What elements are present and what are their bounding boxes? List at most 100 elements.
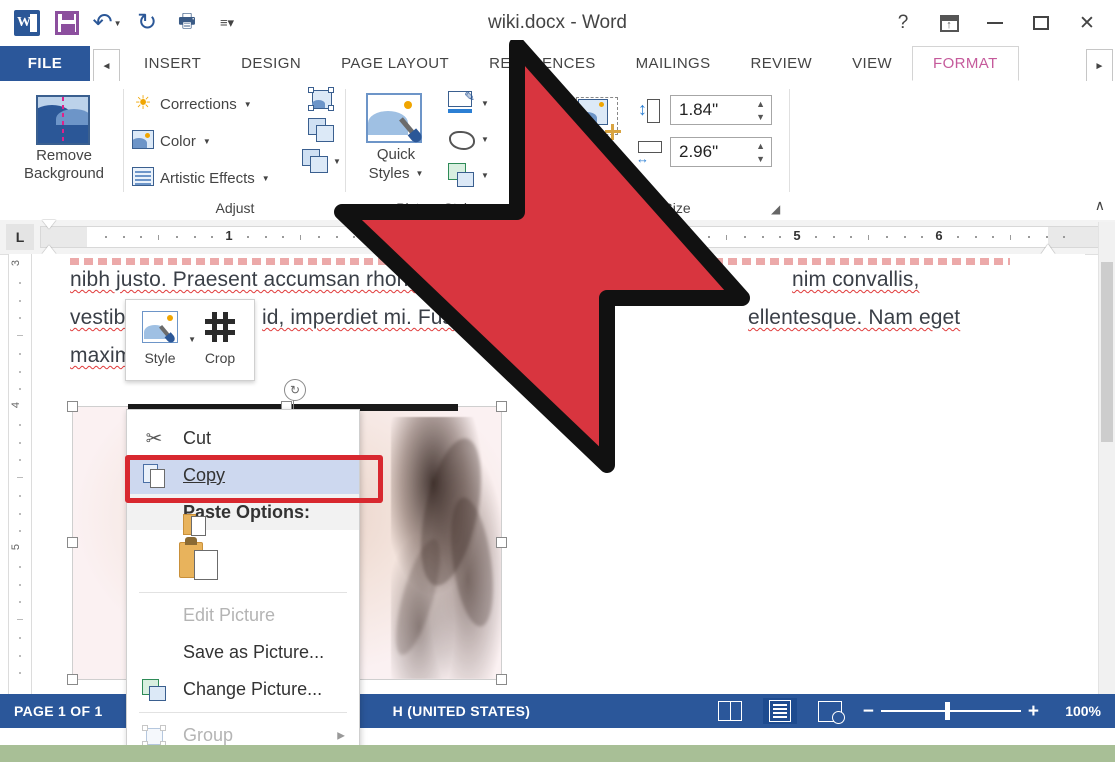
vertical-ruler-tick — [17, 619, 23, 620]
zoom-slider-thumb[interactable] — [944, 702, 950, 720]
paste-keep-source-icon[interactable] — [179, 536, 219, 580]
context-menu-paste-gallery[interactable] — [127, 530, 359, 588]
quick-styles-button[interactable]: Quick Styles ▼ — [346, 145, 446, 183]
context-menu-item-copy[interactable]: Copy — [127, 457, 359, 494]
first-line-indent-marker[interactable] — [42, 220, 56, 229]
context-menu-item-edit-picture[interactable]: Edit Picture — [127, 597, 359, 634]
ruler-tick — [850, 236, 853, 238]
mini-toolbar[interactable]: ▼ Style Crop — [125, 299, 255, 381]
tab-file[interactable]: FILE — [0, 46, 90, 81]
corrections-button[interactable]: ☀ Corrections ▼ — [132, 89, 251, 119]
resize-handle-middle-left[interactable] — [67, 537, 78, 548]
reset-picture-icon[interactable] — [302, 149, 328, 173]
document-line-1: nibh justo. Praesent accumsan rhoncus ma — [70, 268, 477, 292]
arrange-icon[interactable] — [510, 95, 560, 143]
context-menu-divider — [139, 712, 347, 713]
print-layout-view-icon[interactable] — [762, 698, 797, 724]
picture-layout-button[interactable]: ▼ — [448, 161, 489, 189]
chevron-down-icon: ▼ — [261, 173, 270, 183]
mini-toolbar-crop-button[interactable]: Crop — [190, 306, 250, 366]
zoom-in-button[interactable]: + — [1028, 702, 1039, 721]
mini-toolbar-style-button[interactable]: ▼ Style — [130, 306, 196, 366]
restore-icon[interactable] — [1019, 3, 1063, 43]
shape-width-input[interactable]: 2.96" ▲ ▼ — [670, 137, 772, 167]
context-menu-item-group[interactable]: Group ▶ — [127, 717, 359, 745]
picture-effects-icon — [448, 127, 475, 151]
chevron-down-icon[interactable]: ▼ — [333, 157, 341, 166]
artistic-effects-label: Artistic Effects — [160, 169, 255, 187]
document-line-2-right-part: ellentesque. Nam eget — [748, 306, 960, 330]
resize-handle-middle-right[interactable] — [496, 537, 507, 548]
title-bar: W ↶▼ ↻ 🖶 ≡▾ wiki.docx - Word ? ✕ — [0, 0, 1115, 46]
artistic-effects-button[interactable]: Artistic Effects ▼ — [132, 163, 270, 193]
adjust-side-buttons: ▼ — [302, 87, 341, 173]
shape-width-value: 2.96" — [679, 142, 719, 161]
tab-design[interactable]: DESIGN — [221, 46, 321, 81]
resize-handle-bottom-left[interactable] — [67, 674, 78, 685]
tab-mailings[interactable]: MAILINGS — [616, 46, 731, 81]
read-mode-view-icon[interactable] — [713, 698, 747, 724]
change-picture-icon[interactable] — [308, 118, 335, 142]
vertical-ruler[interactable]: 3 4 5 — [8, 254, 32, 711]
picture-border-button[interactable]: ✎ ▼ — [448, 89, 489, 117]
tab-format[interactable]: FORMAT — [912, 46, 1019, 81]
document-line-1-right-part: nim convallis, — [792, 268, 919, 292]
document-line-2-left: vestib — [70, 306, 126, 329]
horizontal-ruler[interactable]: L 1 2 3 4 5 6 — [0, 220, 1115, 255]
help-icon[interactable]: ? — [881, 3, 925, 43]
zoom-slider[interactable] — [880, 702, 1021, 720]
language-indicator[interactable]: H (UNITED STATES) — [393, 703, 531, 719]
tab-scroll-left-icon[interactable]: ◄ — [93, 49, 120, 83]
remove-background-button[interactable]: Remove Background — [4, 147, 124, 183]
ribbon-display-options-icon[interactable] — [927, 3, 971, 43]
shape-height-input[interactable]: 1.84" ▲ ▼ — [670, 95, 772, 125]
corrections-label: Corrections — [160, 95, 237, 113]
ribbon-group-size: ↕ 1.84" ▲ ▼ ↔ 2.96" ▲ ▼ Size ◢ — [630, 81, 790, 220]
context-menu-item-change-picture[interactable]: Change Picture... — [127, 671, 359, 708]
remove-background-label-2: Background — [23, 165, 105, 182]
collapse-ribbon-icon[interactable]: ∧ — [1095, 197, 1105, 214]
size-dialog-launcher[interactable]: ◢ — [771, 203, 784, 216]
page-indicator[interactable]: PAGE 1 OF 1 — [14, 703, 103, 719]
quick-styles-label-1: Quick — [376, 146, 416, 163]
context-menu-item-save-as-picture[interactable]: Save as Picture... — [127, 634, 359, 671]
ruler-tick — [992, 236, 995, 238]
shape-height-value: 1.84" — [679, 100, 719, 119]
remove-background-icon[interactable] — [36, 95, 90, 145]
context-menu-item-cut[interactable]: ✂ Cut — [127, 420, 359, 457]
shape-height-stepper[interactable]: ▲ ▼ — [756, 98, 765, 124]
tab-stop-selector[interactable]: L — [6, 224, 34, 250]
tab-insert[interactable]: INSERT — [124, 46, 221, 81]
rotate-handle[interactable]: ↻ — [284, 379, 306, 401]
compress-pictures-icon[interactable] — [308, 87, 335, 111]
close-icon[interactable]: ✕ — [1065, 3, 1109, 43]
scrollbar-thumb[interactable] — [1101, 262, 1113, 442]
shape-width-stepper[interactable]: ▲ ▼ — [756, 140, 765, 166]
zoom-out-button[interactable]: − — [863, 702, 874, 721]
vertical-ruler-tick — [19, 441, 21, 444]
web-layout-view-icon[interactable] — [813, 698, 847, 724]
tab-scroll-right-icon[interactable]: ► — [1086, 49, 1113, 83]
resize-handle-top-right[interactable] — [496, 401, 507, 412]
ruler-strip[interactable]: 1 2 3 4 5 6 — [40, 226, 1105, 248]
hanging-indent-marker[interactable] — [42, 245, 56, 254]
minimize-icon[interactable] — [973, 3, 1017, 43]
tab-page-layout[interactable]: PAGE LAYOUT — [321, 46, 469, 81]
tab-references[interactable]: REFERENCES — [469, 46, 616, 81]
resize-handle-top-left[interactable] — [67, 401, 78, 412]
picture-border-icon: ✎ — [448, 89, 475, 115]
crop-icon[interactable] — [576, 97, 621, 140]
tab-view[interactable]: VIEW — [832, 46, 912, 81]
crop-icon — [205, 312, 235, 342]
vertical-scrollbar[interactable] — [1098, 222, 1115, 717]
picture-effects-button[interactable]: ▼ — [448, 125, 489, 153]
zoom-level[interactable]: 100% — [1055, 703, 1101, 719]
ruler-tick — [779, 236, 782, 238]
crop-button[interactable]: Crop — [566, 141, 626, 159]
right-indent-marker[interactable] — [1041, 244, 1055, 254]
context-menu[interactable]: ✂ Cut Copy Paste Options: Edit Picture S… — [126, 409, 360, 745]
vertical-ruler-tick — [19, 423, 21, 426]
resize-handle-bottom-right[interactable] — [496, 674, 507, 685]
color-button[interactable]: Color ▼ — [132, 126, 211, 156]
tab-review[interactable]: REVIEW — [731, 46, 833, 81]
